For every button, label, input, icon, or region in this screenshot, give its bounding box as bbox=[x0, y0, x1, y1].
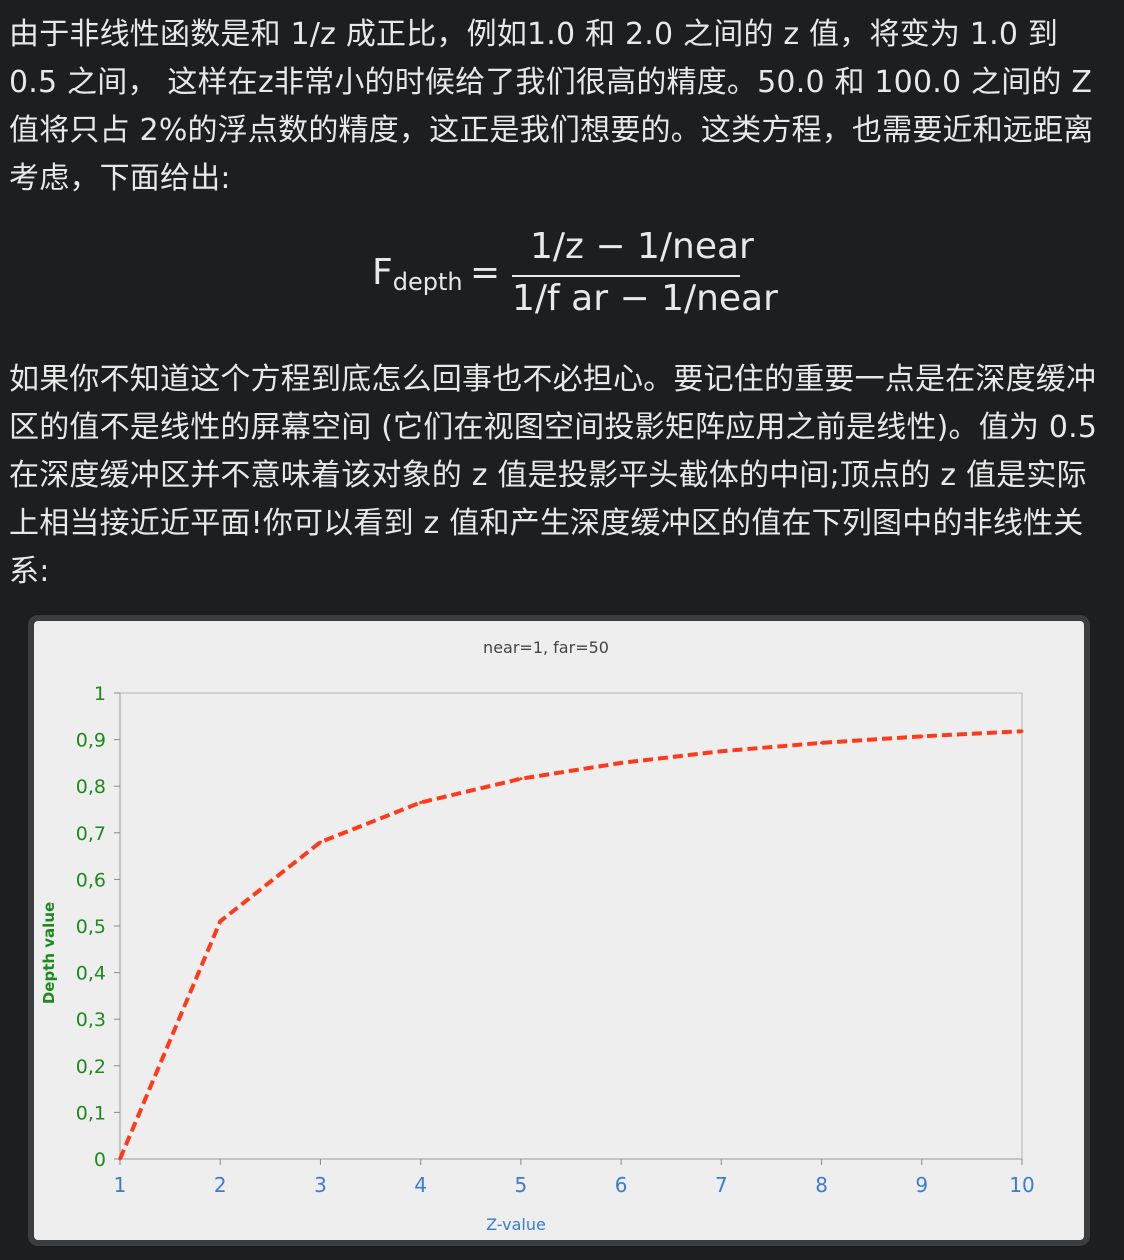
x-tick-label: 6 bbox=[615, 1173, 628, 1197]
plot-area-border bbox=[119, 692, 1023, 1160]
paragraph-explanation: 如果你不知道这个方程到底怎么回事也不必担心。要记住的重要一点是在深度缓冲区的值不… bbox=[9, 362, 1098, 589]
y-tick-label: 0,4 bbox=[76, 963, 106, 985]
depth-data-point bbox=[719, 749, 723, 753]
depth-data-point bbox=[920, 734, 924, 738]
x-tick-label: 4 bbox=[414, 1173, 427, 1197]
paragraph-intro: 由于非线性函数是和 1/z 成正比，例如1.0 和 2.0 之间的 z 值，将变… bbox=[9, 17, 1094, 196]
depth-data-point bbox=[419, 801, 423, 805]
x-tick-label: 8 bbox=[815, 1173, 828, 1197]
formula-lhs-subscript: depth bbox=[392, 268, 463, 296]
depth-data-point bbox=[218, 919, 222, 923]
formula-fraction-bar bbox=[512, 275, 740, 277]
depth-data-point bbox=[519, 777, 523, 781]
depth-data-point bbox=[619, 761, 623, 765]
x-tick-label: 7 bbox=[715, 1173, 728, 1197]
x-tick-label: 2 bbox=[214, 1173, 227, 1197]
x-tick-label: 9 bbox=[915, 1173, 928, 1197]
x-tick-label: 3 bbox=[314, 1173, 327, 1197]
depth-chart: near=1, far=50 Depth value Z-value 0 0,1 0… bbox=[40, 638, 1035, 1234]
depth-data-point bbox=[118, 1157, 122, 1161]
formula-equals: = bbox=[470, 252, 501, 293]
x-tick-label: 1 bbox=[114, 1173, 127, 1197]
y-tick-label: 0,5 bbox=[76, 916, 106, 938]
y-tick-label: 0,2 bbox=[76, 1056, 106, 1078]
depth-data-point bbox=[318, 840, 322, 844]
y-tick-label: 0,3 bbox=[76, 1009, 106, 1031]
x-tick-label: 5 bbox=[515, 1173, 528, 1197]
y-tick-label: 0,9 bbox=[76, 730, 106, 752]
depth-series-line bbox=[118, 729, 1023, 1160]
formula-lhs: Fdepth bbox=[372, 252, 463, 296]
chart-x-axis-label: Z-value bbox=[486, 1215, 546, 1234]
y-tick-label: 0,7 bbox=[76, 823, 106, 845]
chart-y-axis-label: Depth value bbox=[40, 902, 58, 1004]
y-tick-label: 0,6 bbox=[76, 869, 106, 891]
depth-chart-frame: near=1, far=50 Depth value Z-value 0 0,1 0… bbox=[28, 615, 1090, 1246]
y-tick-label: 0,8 bbox=[76, 776, 106, 798]
y-tick-label: 0 bbox=[94, 1149, 106, 1171]
chart-title: near=1, far=50 bbox=[483, 638, 609, 657]
y-tick-label: 1 bbox=[94, 683, 106, 705]
depth-data-point bbox=[1020, 729, 1024, 733]
y-tick-label: 0,1 bbox=[76, 1102, 106, 1124]
formula-numerator: 1/z − 1/near bbox=[530, 226, 754, 267]
x-tick-label: 10 bbox=[1009, 1173, 1034, 1197]
formula-denominator: 1/f ar − 1/near bbox=[512, 278, 778, 319]
depth-data-point bbox=[820, 741, 824, 745]
